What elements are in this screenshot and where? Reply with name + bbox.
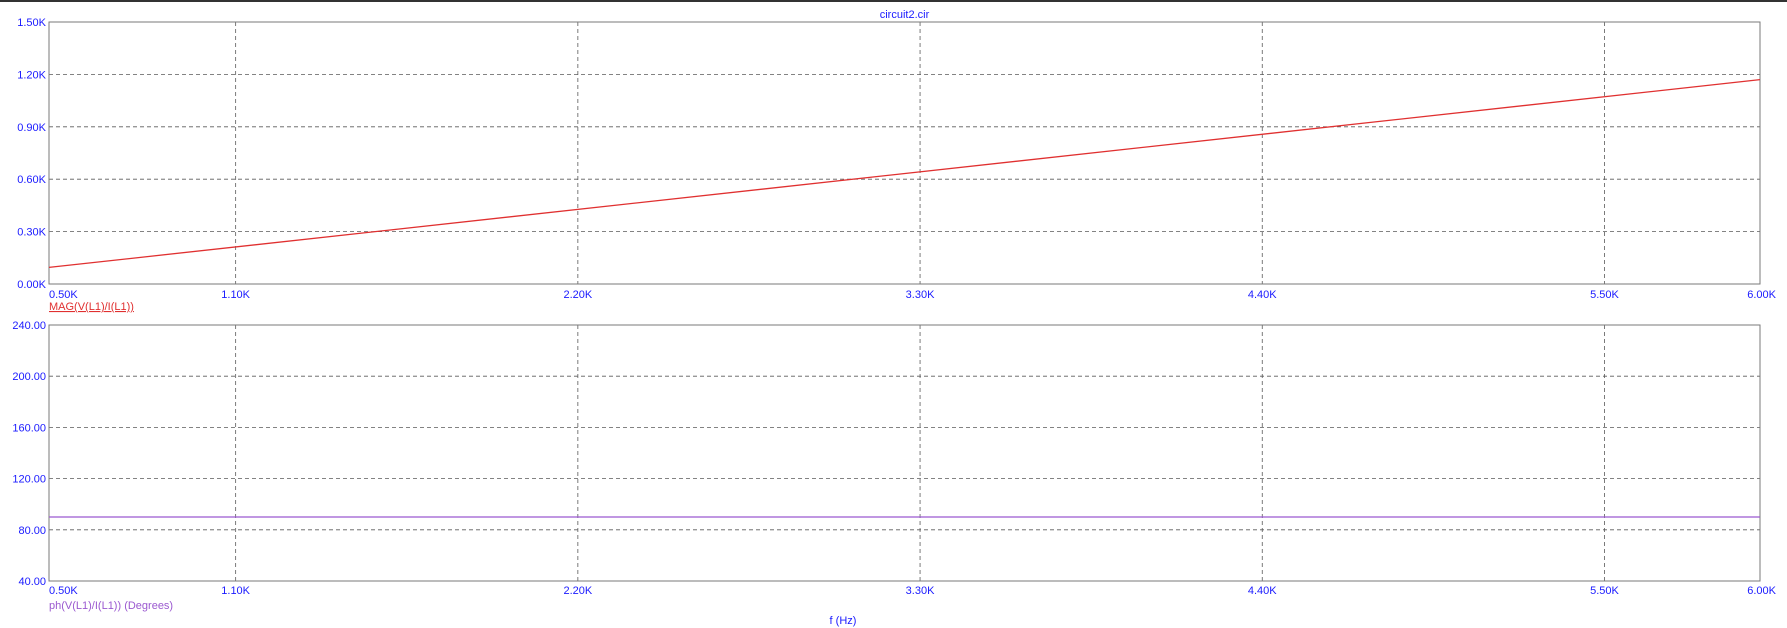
x-tick-label: 4.40K [1248, 585, 1277, 597]
y-tick-label: 0.30K [17, 227, 46, 239]
chart-title: circuit2.cir [880, 9, 930, 21]
plot-window: circuit2.cir 0.00K 0.30K 0.60K 0.90K 1.20K 1.5… [0, 0, 1787, 628]
y-tick-label: 80.00 [18, 525, 46, 537]
y-tick-label: 160.00 [12, 422, 46, 434]
plot-frame [48, 21, 1761, 285]
series-label: ph(V(L1)/I(L1)) (Degrees) [49, 600, 173, 612]
x-tick-label: 0.50K [49, 585, 78, 597]
x-tick-label: 5.50K [1590, 289, 1619, 301]
x-tick-label: 1.10K [221, 289, 250, 301]
x-tick-label: 6.00K [1747, 585, 1776, 597]
y-tick-label: 1.20K [17, 69, 46, 81]
y-tick-label: 200.00 [12, 371, 46, 383]
y-tick-label: 120.00 [12, 474, 46, 486]
plot-frame [48, 324, 1761, 582]
x-tick-label: 0.50K [49, 289, 78, 301]
x-axis-title: f (Hz) [830, 615, 857, 627]
x-tick-label: 5.50K [1590, 585, 1619, 597]
y-tick-label: 0.60K [17, 174, 46, 186]
series-label: MAG(V(L1)/I(L1)) [49, 301, 134, 313]
x-tick-label: 3.30K [906, 585, 935, 597]
plot-canvas: circuit2.cir 0.00K 0.30K 0.60K 0.90K 1.20K 1.5… [0, 0, 1787, 627]
y-tick-label: 0.90K [17, 122, 46, 134]
x-tick-label: 6.00K [1747, 289, 1776, 301]
y-tick-label: 240.00 [12, 320, 46, 332]
y-tick-label: 40.00 [18, 576, 46, 588]
x-tick-label: 4.40K [1248, 289, 1277, 301]
x-tick-label: 2.20K [563, 289, 592, 301]
y-tick-label: 0.00K [17, 279, 46, 291]
x-tick-label: 1.10K [221, 585, 250, 597]
x-tick-label: 3.30K [906, 289, 935, 301]
series-line [48, 78, 1761, 269]
y-tick-label: 1.50K [17, 17, 46, 29]
x-tick-label: 2.20K [563, 585, 592, 597]
